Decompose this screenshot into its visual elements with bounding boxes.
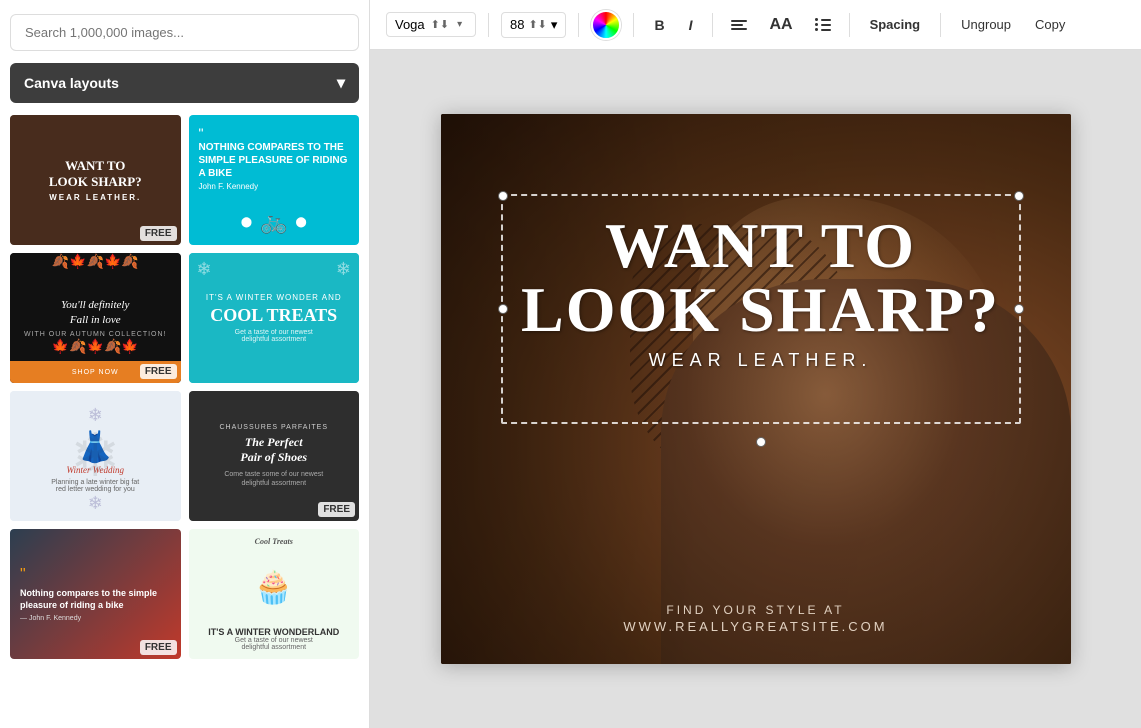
italic-button[interactable]: I: [681, 13, 701, 37]
template-heading: Cool Treats: [255, 537, 293, 546]
template-subtext: WEAR LEATHER.: [49, 193, 141, 202]
canvas-overlay: [441, 114, 1071, 664]
toolbar: Voga ⬆⬇ ▾ 88 ⬆⬇ ▾ B I AA: [370, 0, 1141, 50]
divider: [712, 13, 713, 37]
template-heading: COOL TREATS: [210, 306, 337, 326]
template-subtitle: It's A Winter Wonder and: [206, 293, 342, 302]
template-card[interactable]: " NOTHING COMPARES TO THE SIMPLE PLEASUR…: [189, 115, 360, 245]
template-card[interactable]: ❄ ❄ It's A Winter Wonder and COOL TREATS…: [189, 253, 360, 383]
font-name: Voga: [395, 17, 425, 32]
template-desc: Come taste some of our newestdelightful …: [224, 470, 323, 488]
template-desc: Get a taste of our newestdelightful asso…: [235, 329, 313, 343]
chevron-down-icon: ▾: [337, 73, 345, 93]
ungroup-button[interactable]: Ungroup: [953, 13, 1019, 36]
color-picker[interactable]: [591, 10, 621, 40]
free-badge: FREE: [318, 502, 355, 517]
bold-button[interactable]: B: [646, 13, 672, 37]
template-author: — John F. Kennedy: [20, 615, 81, 622]
leaf-decoration-top: 🍂🍁🍂🍁🍂: [10, 253, 181, 270]
template-author: John F. Kennedy: [199, 182, 350, 191]
canvas-headline-line2: LOOK SHARP?: [511, 278, 1011, 342]
template-heading: The PerfectPair of Shoes: [240, 435, 307, 466]
quote-icon: ": [20, 566, 26, 584]
template-card[interactable]: " Nothing compares to the simple pleasur…: [10, 529, 181, 659]
copy-button[interactable]: Copy: [1027, 13, 1073, 36]
template-heading: Nothing compares to the simple pleasure …: [20, 588, 171, 611]
snowflake-icon: ❄: [336, 259, 351, 280]
canvas-website: WWW.REALLYGREATSITE.COM: [441, 619, 1071, 634]
templates-grid: WANT TOLOOK SHARP? WEAR LEATHER. FREE " …: [10, 115, 359, 659]
free-badge: FREE: [140, 364, 177, 379]
font-size-selector[interactable]: 88 ⬆⬇ ▾: [501, 12, 566, 38]
template-card[interactable]: ❄ ❄ 👗 Winter Wedding Planning a late win…: [10, 391, 181, 521]
font-selector-arrows: ⬆⬇: [431, 18, 449, 31]
template-heading: NOTHING COMPARES TO THE SIMPLE PLEASURE …: [199, 141, 350, 180]
free-badge: FREE: [140, 640, 177, 655]
canvas-bottom-text: FIND YOUR STYLE AT WWW.REALLYGREATSITE.C…: [441, 603, 1071, 634]
chevron-down-icon: ▾: [551, 17, 558, 33]
divider: [578, 13, 579, 37]
font-selector[interactable]: Voga ⬆⬇ ▾: [386, 12, 476, 37]
quote-icon: ": [199, 125, 350, 141]
align-button[interactable]: [725, 14, 753, 36]
template-subtitle: IT'S A WINTER WONDERLAND: [208, 627, 339, 637]
snowflake-right: ❄: [88, 493, 103, 514]
template-card[interactable]: 🍂🍁🍂🍁🍂 You'll definitelyFall in love WITH…: [10, 253, 181, 383]
canvas[interactable]: WANT TO LOOK SHARP? WEAR LEATHER. FIND Y…: [441, 114, 1071, 664]
template-desc: Get a taste of our newestdelightful asso…: [208, 637, 339, 651]
text-size-button[interactable]: AA: [761, 12, 800, 38]
search-input[interactable]: [10, 14, 359, 51]
divider: [633, 13, 634, 37]
divider: [940, 13, 941, 37]
cupcake-icon: 🧁: [254, 568, 294, 606]
canvas-headline-line1: WANT TO: [511, 214, 1011, 278]
left-panel: Canva layouts ▾ WANT TOLOOK SHARP? WEAR …: [0, 0, 370, 728]
layout-selector-label: Canva layouts: [24, 75, 119, 91]
canvas-bottom-line1: FIND YOUR STYLE AT: [441, 603, 1071, 617]
list-button[interactable]: [809, 12, 837, 37]
chevron-down-icon: ▾: [457, 19, 462, 30]
leaf-decoration-bottom: 🍁🍂🍁🍂🍁: [10, 338, 181, 355]
spacing-button[interactable]: Spacing: [862, 13, 929, 36]
template-card[interactable]: WANT TOLOOK SHARP? WEAR LEATHER. FREE: [10, 115, 181, 245]
right-panel: Voga ⬆⬇ ▾ 88 ⬆⬇ ▾ B I AA: [370, 0, 1141, 728]
canvas-background: [441, 114, 1071, 664]
bike-icon: 🚲: [260, 209, 287, 235]
snowflake-left: ❄: [88, 405, 103, 426]
layout-selector[interactable]: Canva layouts ▾: [10, 63, 359, 103]
canvas-area: WANT TO LOOK SHARP? WEAR LEATHER. FIND Y…: [370, 50, 1141, 728]
canvas-subtitle: WEAR LEATHER.: [511, 350, 1011, 371]
template-card[interactable]: CHAUSSURES PARFAITES The PerfectPair of …: [189, 391, 360, 521]
divider: [488, 13, 489, 37]
template-heading: WANT TOLOOK SHARP?: [49, 158, 142, 189]
free-badge: FREE: [140, 226, 177, 241]
snowflake-icon: ❄: [197, 259, 212, 280]
template-card[interactable]: Cool Treats 🧁 IT'S A WINTER WONDERLAND G…: [189, 529, 360, 659]
canvas-main-text[interactable]: WANT TO LOOK SHARP? WEAR LEATHER.: [511, 214, 1011, 371]
template-label: CHAUSSURES PARFAITES: [219, 424, 328, 431]
template-heading: You'll definitelyFall in love: [24, 298, 167, 327]
font-size-value: 88: [510, 17, 524, 32]
template-subtext: WITH OUR AUTUMN COLLECTION!: [24, 331, 167, 338]
font-size-arrows: ⬆⬇: [528, 18, 546, 31]
divider: [849, 13, 850, 37]
